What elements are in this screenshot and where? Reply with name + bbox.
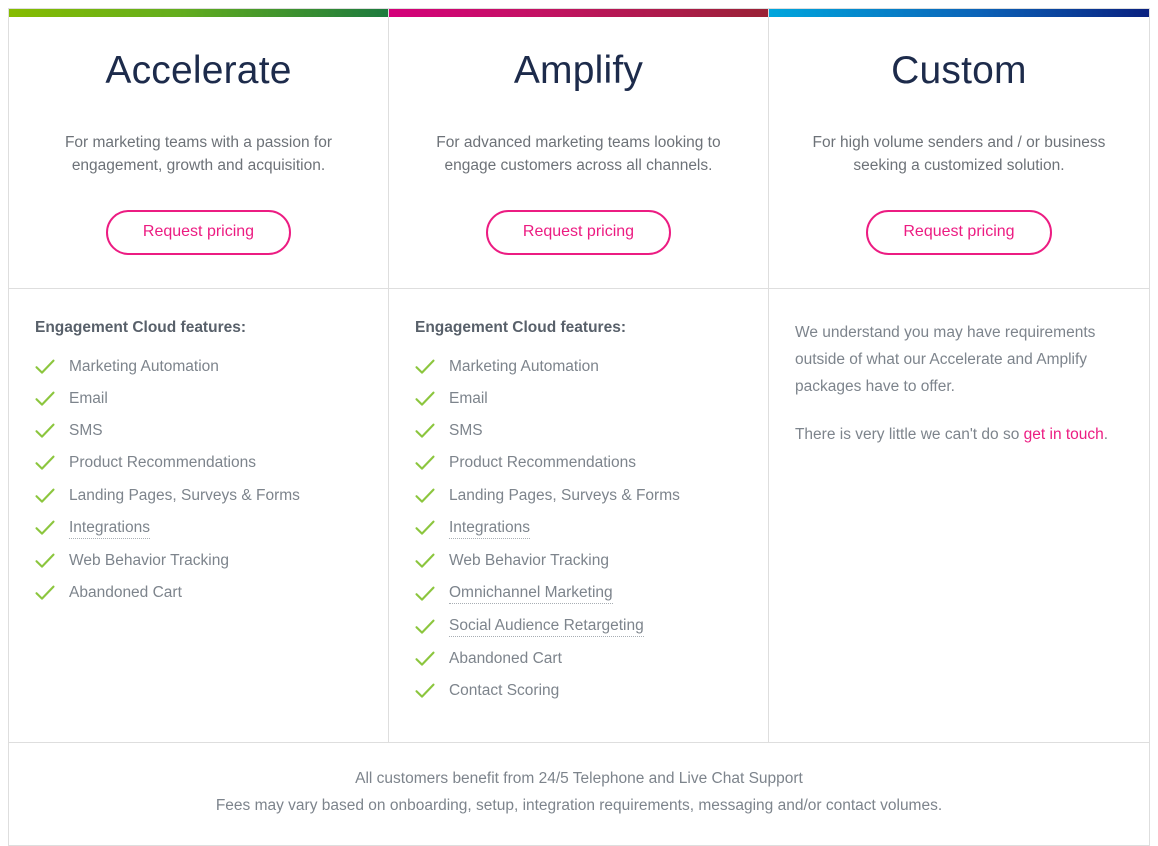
feature-list: Marketing Automation Email SMS Product R… xyxy=(35,351,362,609)
feature-label: SMS xyxy=(69,422,103,440)
request-pricing-button-custom[interactable]: Request pricing xyxy=(866,210,1052,256)
feature-label-integrations-tooltip[interactable]: Integrations xyxy=(448,518,530,539)
request-pricing-button-amplify[interactable]: Request pricing xyxy=(485,210,672,256)
list-item: Integrations xyxy=(35,512,362,545)
list-item: Landing Pages, Surveys & Forms xyxy=(415,480,742,512)
features-heading: Engagement Cloud features: xyxy=(414,319,626,336)
feature-label: Landing Pages, Surveys & Forms xyxy=(69,486,300,504)
plan-title: Accelerate xyxy=(105,49,292,92)
feature-label-social-retargeting-tooltip[interactable]: Social Audience Retargeting xyxy=(448,616,644,638)
cta-row: Request pricing xyxy=(33,210,364,256)
plan-header-custom: Custom For high volume senders and / or … xyxy=(768,17,1149,289)
list-item: Social Audience Retargeting xyxy=(415,610,742,643)
plan-description: For marketing teams with a passion for e… xyxy=(64,133,333,175)
pricing-footer: All customers benefit from 24/5 Telephon… xyxy=(8,742,1150,846)
plan-title: Custom xyxy=(891,49,1027,92)
feature-label: Web Behavior Tracking xyxy=(448,551,609,569)
feature-label-omnichannel-tooltip[interactable]: Omnichannel Marketing xyxy=(448,583,613,605)
check-icon xyxy=(415,553,437,569)
check-icon xyxy=(35,423,57,439)
check-icon xyxy=(415,683,437,699)
list-item: Contact Scoring xyxy=(415,675,742,707)
custom-paragraph-2: There is very little we can't do so get … xyxy=(795,421,1123,448)
check-icon xyxy=(415,586,437,602)
check-icon xyxy=(35,585,57,601)
plan-columns: Accelerate For marketing teams with a pa… xyxy=(8,8,1150,743)
plan-header-accelerate: Accelerate For marketing teams with a pa… xyxy=(9,17,388,289)
check-icon xyxy=(415,423,437,439)
plan-features-accelerate: Engagement Cloud features: Marketing Aut… xyxy=(9,289,388,742)
features-heading: Engagement Cloud features: xyxy=(35,319,246,336)
list-item: Email xyxy=(415,383,742,415)
check-icon xyxy=(415,520,437,536)
list-item: Abandoned Cart xyxy=(415,643,742,675)
feature-label: Marketing Automation xyxy=(448,358,599,375)
footer-line-2: Fees may vary based on onboarding, setup… xyxy=(215,796,943,814)
get-in-touch-link[interactable]: get in touch xyxy=(1024,426,1104,443)
feature-label: Product Recommendations xyxy=(448,454,636,472)
check-icon xyxy=(35,553,57,569)
feature-list: Marketing Automation Email SMS Product R… xyxy=(415,351,742,708)
custom-paragraph-2-period: . xyxy=(1103,426,1109,444)
list-item: Marketing Automation xyxy=(35,351,362,383)
plan-card-amplify: Amplify For advanced marketing teams loo… xyxy=(388,9,769,742)
footer-line-1: All customers benefit from 24/5 Telephon… xyxy=(355,769,803,787)
plan-description: For advanced marketing teams looking to … xyxy=(436,133,721,175)
cta-row: Request pricing xyxy=(793,210,1125,256)
check-icon xyxy=(35,520,57,536)
check-icon xyxy=(415,391,437,407)
feature-label: SMS xyxy=(448,422,483,440)
check-icon xyxy=(35,359,57,375)
accent-bar-amplify xyxy=(388,9,768,17)
accent-bar-custom xyxy=(768,9,1149,17)
feature-label: Contact Scoring xyxy=(448,682,560,700)
list-item: SMS xyxy=(415,415,742,447)
check-icon xyxy=(415,488,437,504)
plan-body-custom: We understand you may have requirements … xyxy=(769,289,1149,742)
plan-features-amplify: Engagement Cloud features: Marketing Aut… xyxy=(389,289,768,742)
list-item: Product Recommendations xyxy=(415,447,742,479)
request-pricing-button-accelerate[interactable]: Request pricing xyxy=(105,210,292,256)
list-item: SMS xyxy=(35,415,362,447)
custom-paragraph-2-text: There is very little we can't do so xyxy=(794,426,1024,444)
accent-bar-accelerate xyxy=(9,9,388,17)
list-item: Product Recommendations xyxy=(35,447,362,479)
pricing-table: Accelerate For marketing teams with a pa… xyxy=(8,8,1150,846)
check-icon xyxy=(35,391,57,407)
plan-description: For high volume senders and / or busines… xyxy=(812,133,1106,175)
list-item: Email xyxy=(35,383,362,415)
feature-label: Marketing Automation xyxy=(69,358,219,375)
check-icon xyxy=(415,619,437,635)
custom-paragraph-1: We understand you may have requirements … xyxy=(794,324,1096,396)
list-item: Omnichannel Marketing xyxy=(415,577,742,610)
feature-label: Landing Pages, Surveys & Forms xyxy=(448,486,680,504)
list-item: Web Behavior Tracking xyxy=(35,545,362,577)
list-item: Web Behavior Tracking xyxy=(415,545,742,577)
plan-title: Amplify xyxy=(513,49,644,92)
feature-label: Abandoned Cart xyxy=(448,650,562,668)
check-icon xyxy=(35,488,57,504)
check-icon xyxy=(35,455,57,471)
plan-card-accelerate: Accelerate For marketing teams with a pa… xyxy=(9,9,389,742)
feature-label: Product Recommendations xyxy=(69,454,256,472)
cta-row: Request pricing xyxy=(413,210,744,256)
list-item: Integrations xyxy=(415,512,742,545)
check-icon xyxy=(415,651,437,667)
feature-label: Abandoned Cart xyxy=(69,583,182,601)
check-icon xyxy=(415,455,437,471)
feature-label: Web Behavior Tracking xyxy=(69,551,229,569)
plan-header-amplify: Amplify For advanced marketing teams loo… xyxy=(388,17,768,289)
feature-label-integrations-tooltip[interactable]: Integrations xyxy=(69,518,150,539)
list-item: Landing Pages, Surveys & Forms xyxy=(35,480,362,512)
list-item: Marketing Automation xyxy=(415,351,742,383)
feature-label: Email xyxy=(69,390,108,408)
list-item: Abandoned Cart xyxy=(35,577,362,609)
plan-card-custom: Custom For high volume senders and / or … xyxy=(768,9,1149,742)
feature-label: Email xyxy=(448,390,488,408)
check-icon xyxy=(415,359,437,375)
